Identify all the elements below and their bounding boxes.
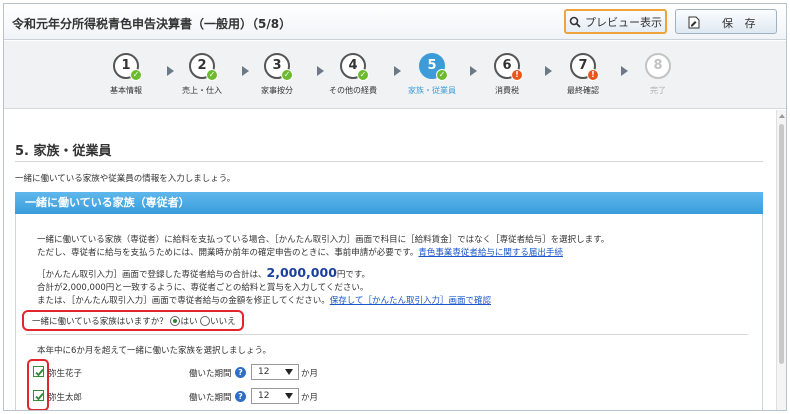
- step-number: 7: [578, 58, 588, 73]
- info-line-2-text: ただし、専従者に給与を支払うためには、開業時か前年の確定申告のときに、事前申請が…: [37, 248, 419, 258]
- divider: [26, 334, 748, 335]
- work-period-label: 働いた期間: [189, 393, 232, 403]
- check-icon: [35, 392, 44, 401]
- family-checkbox-1[interactable]: [33, 366, 44, 377]
- select-family-prompt: 本年中に6か月を超えて一緒に働いた家族を選択しましょう。: [37, 346, 271, 356]
- scroll-thumb[interactable]: [779, 124, 784, 364]
- step-3[interactable]: 3 ✓ 家事按分: [242, 53, 312, 96]
- dropdown-arrow-icon: [285, 369, 293, 375]
- family-checkbox-2[interactable]: [33, 390, 44, 401]
- step-2[interactable]: 2 ✓ 売上・仕入: [167, 53, 237, 96]
- step-label: 完了: [650, 86, 666, 95]
- months-unit: か月: [301, 369, 319, 379]
- info-line-3-post: 円です。: [336, 270, 371, 280]
- radio-yes-label[interactable]: はい: [180, 317, 197, 327]
- step-number: 2: [197, 58, 207, 73]
- months-value: 12: [258, 391, 270, 401]
- months-unit: か月: [301, 393, 319, 403]
- radio-no-label[interactable]: いいえ: [210, 317, 236, 327]
- months-select[interactable]: 12: [251, 364, 299, 380]
- save-button-label: 保 存: [722, 17, 760, 30]
- page-title: 令和元年分所得税青色申告決算書（一般用）（5/8）: [12, 17, 292, 31]
- question-icon[interactable]: ?: [235, 391, 246, 402]
- preview-button-label: プレビュー表示: [585, 15, 662, 29]
- save-document-icon: [688, 16, 700, 29]
- question-label: 一緒に働いている家族はいますか？: [32, 317, 168, 327]
- family-name: 弥生太郎: [48, 393, 83, 403]
- exclamation-icon: !: [511, 69, 523, 81]
- main-content: 5. 家族・従業員 一緒に働いている家族や従業員の情報を入力しましょう。 一緒に…: [4, 110, 776, 410]
- family-name: 弥生花子: [48, 369, 83, 379]
- header-bar: 令和元年分所得税青色申告決算書（一般用）（5/8） プレビュー表示 保 存: [4, 4, 786, 40]
- step-label: 基本情報: [110, 86, 142, 95]
- months-select[interactable]: 12: [251, 388, 299, 404]
- exclamation-icon: !: [587, 69, 599, 81]
- info-line-3: ［かんたん取引入力］画面で登録した専従者給与の合計は、2,000,000円です。: [37, 265, 370, 280]
- step-label: 消費税: [495, 86, 519, 95]
- step-4[interactable]: 4 ✓ その他の経費: [318, 53, 388, 96]
- link-save-and-check[interactable]: 保存して［かんたん取引入力］画面で確認: [330, 296, 491, 306]
- check-icon: ✓: [281, 69, 293, 81]
- step-6[interactable]: 6! 消費税: [472, 53, 542, 96]
- step-number: 5: [427, 58, 437, 73]
- step-number: 8: [653, 58, 663, 73]
- total-salary-amount: 2,000,000: [266, 265, 337, 280]
- info-line-1: 一緒に働いている家族（専従者）に給料を支払っている場合、［かんたん取引入力］画面…: [37, 235, 610, 245]
- preview-button[interactable]: プレビュー表示: [564, 9, 667, 34]
- check-icon: ✓: [206, 69, 218, 81]
- step-8: 8 完了: [623, 53, 693, 96]
- step-number: 4: [348, 58, 358, 73]
- question-icon[interactable]: ?: [235, 367, 246, 378]
- radio-no[interactable]: [200, 316, 211, 326]
- step-number: 6: [502, 58, 512, 73]
- save-button[interactable]: 保 存: [675, 9, 777, 34]
- info-line-4: 合計が2,000,000円と一致するように、専従者ごとの給料と賞与を入力してくだ…: [37, 283, 369, 293]
- check-icon: ✓: [357, 69, 369, 81]
- info-line-3-pre: ［かんたん取引入力］画面で登録した専従者給与の合計は、: [37, 270, 267, 280]
- section-intro: 一緒に働いている家族や従業員の情報を入力しましょう。: [15, 174, 236, 184]
- link-registration-procedure[interactable]: 青色事業専従者給与に関する届出手続: [418, 248, 563, 258]
- family-question: 一緒に働いている家族はいますか？ はい いいえ: [32, 315, 236, 327]
- step-label: 最終確認: [567, 86, 599, 95]
- magnifier-icon: [569, 16, 581, 28]
- work-period-label: 働いた期間: [189, 369, 232, 379]
- step-label: 家族・従業員: [408, 86, 456, 95]
- months-value: 12: [258, 367, 270, 377]
- dropdown-arrow-icon: [285, 393, 293, 399]
- check-icon: ✓: [130, 69, 142, 81]
- check-icon: ✓: [436, 69, 448, 81]
- step-label: 家事按分: [261, 86, 293, 95]
- progress-steps: 1 ✓ 基本情報 2 ✓ 売上・仕入 3 ✓ 家事按分 4 ✓ その他の経費 5 ✓ 家族…: [4, 41, 786, 109]
- vertical-scrollbar[interactable]: [776, 110, 786, 410]
- step-7[interactable]: 7! 最終確認: [548, 53, 618, 96]
- step-1[interactable]: 1 ✓ 基本情報: [91, 53, 161, 96]
- check-icon: [35, 368, 44, 377]
- step-number: 3: [272, 58, 282, 73]
- info-line-5-text: または、［かんたん取引入力］画面で専従者給与の金額を修正してください。: [37, 296, 330, 306]
- scroll-up-icon[interactable]: [779, 114, 785, 118]
- step-label: その他の経費: [329, 86, 377, 95]
- step-number: 1: [121, 58, 131, 73]
- step-5[interactable]: 5 ✓ 家族・従業員: [397, 53, 467, 96]
- info-line-5: または、［かんたん取引入力］画面で専従者給与の金額を修正してください。保存して［…: [37, 294, 491, 306]
- info-line-2: ただし、専従者に給与を支払うためには、開業時か前年の確定申告のときに、事前申請が…: [37, 246, 563, 258]
- panel-title: 一緒に働いている家族（専従者）: [15, 192, 763, 214]
- app-window: 令和元年分所得税青色申告決算書（一般用）（5/8） プレビュー表示 保 存 1 ✓…: [3, 3, 787, 411]
- divider: [15, 161, 763, 162]
- section-title: 5. 家族・従業員: [15, 144, 112, 159]
- radio-yes[interactable]: [170, 316, 181, 326]
- step-label: 売上・仕入: [182, 86, 222, 95]
